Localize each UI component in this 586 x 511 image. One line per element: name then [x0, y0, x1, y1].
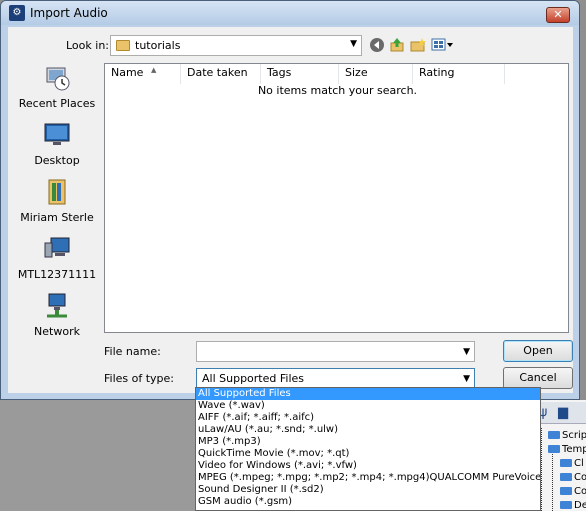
- bar-chart-tool-icon[interactable]: ▆: [554, 404, 572, 422]
- places-bar: Recent Places Desktop Miriam Sterle MTL1…: [13, 64, 101, 338]
- title-bar[interactable]: ⚙ Import Audio ✕: [1, 1, 579, 25]
- column-header-rating[interactable]: Rating: [413, 64, 505, 84]
- gear-icon: ⚙: [9, 5, 25, 21]
- dropdown-option[interactable]: Video for Windows (*.avi; *.vfw): [196, 460, 540, 472]
- place-label: Desktop: [34, 154, 80, 167]
- file-name-label: File name:: [104, 345, 161, 358]
- empty-message: No items match your search.: [257, 84, 418, 97]
- place-label: MTL12371111: [17, 268, 97, 281]
- place-label: Miriam Sterle: [20, 211, 94, 224]
- column-header-name[interactable]: ▲ Name: [105, 64, 181, 84]
- look-in-combo[interactable]: tutorials ▼: [110, 35, 362, 56]
- dropdown-option[interactable]: Wave (*.wav): [196, 400, 540, 412]
- files-of-type-select[interactable]: All Supported Files ▼: [196, 368, 475, 389]
- dropdown-option[interactable]: AIFF (*.aif; *.aiff; *.aifc): [196, 412, 540, 424]
- place-recent-places[interactable]: Recent Places: [13, 64, 101, 119]
- folder-icon: [560, 459, 572, 467]
- files-of-type-value: All Supported Files: [202, 372, 305, 385]
- sort-ascending-icon: ▲: [151, 66, 157, 74]
- back-icon[interactable]: [368, 37, 386, 55]
- place-network[interactable]: Network: [13, 292, 101, 347]
- tree-item-script[interactable]: Script: [548, 430, 586, 441]
- file-name-input[interactable]: ▼: [196, 341, 475, 362]
- column-header-tags[interactable]: Tags: [261, 64, 339, 84]
- cancel-button[interactable]: Cancel: [503, 367, 573, 389]
- tree-item-temp[interactable]: Temp: [548, 444, 586, 455]
- dropdown-option[interactable]: MPEG (*.mpeg; *.mpg; *.mp2; *.mp4; *.mpg…: [196, 472, 540, 484]
- file-type-dropdown-list: All Supported Files Wave (*.wav) AIFF (*…: [195, 387, 541, 511]
- column-header-date-taken[interactable]: Date taken: [181, 64, 261, 84]
- dropdown-option[interactable]: All Supported Files: [196, 388, 540, 400]
- place-miriam-sterle[interactable]: Miriam Sterle: [13, 178, 101, 233]
- window-title: Import Audio: [30, 6, 108, 20]
- dropdown-option[interactable]: uLaw/AU (*.au; *.snd; *.ulw): [196, 424, 540, 436]
- folder-icon: [560, 487, 572, 495]
- tree-line: [541, 428, 542, 511]
- look-in-value: tutorials: [135, 39, 181, 52]
- network-icon: [43, 292, 71, 320]
- file-list[interactable]: ▲ Name Date taken Tags Size Rating No it…: [104, 63, 569, 333]
- folder-icon: [560, 501, 572, 509]
- look-in-label: Look in:: [66, 39, 109, 52]
- tree-line: [552, 450, 553, 511]
- chevron-down-icon: ▼: [350, 39, 357, 49]
- place-label: Network: [34, 325, 80, 338]
- dialog-body: Look in: tutorials ▼ Recent Places Deskt…: [8, 27, 573, 393]
- desktop-icon: [43, 121, 71, 149]
- tree-item[interactable]: Cl: [560, 458, 586, 469]
- dropdown-option[interactable]: Sound Designer II (*.sd2): [196, 484, 540, 496]
- views-menu-icon[interactable]: [430, 37, 456, 55]
- user-folder-icon: [43, 178, 71, 206]
- folder-icon: [116, 40, 130, 51]
- dropdown-option[interactable]: MP3 (*.mp3): [196, 436, 540, 448]
- folder-icon: [548, 445, 560, 453]
- column-header-size[interactable]: Size: [339, 64, 413, 84]
- import-audio-dialog: ⚙ Import Audio ✕ Look in: tutorials ▼ Re…: [0, 0, 580, 400]
- tree-item[interactable]: De: [560, 500, 586, 511]
- tree-item[interactable]: Co: [560, 486, 586, 497]
- place-label: Recent Places: [18, 97, 96, 110]
- computer-icon: [43, 235, 71, 263]
- dropdown-option[interactable]: GSM audio (*.gsm): [196, 496, 540, 508]
- new-folder-icon[interactable]: [409, 37, 427, 55]
- files-of-type-label: Files of type:: [104, 372, 175, 385]
- chevron-down-icon[interactable]: ▼: [463, 347, 470, 357]
- recent-places-icon: [43, 64, 71, 92]
- up-folder-icon[interactable]: [388, 37, 406, 55]
- chevron-down-icon[interactable]: ▼: [463, 374, 470, 384]
- close-button[interactable]: ✕: [546, 7, 570, 23]
- folder-icon: [548, 431, 560, 439]
- place-desktop[interactable]: Desktop: [13, 121, 101, 176]
- place-mtl12371111[interactable]: MTL12371111: [13, 235, 101, 290]
- dropdown-option[interactable]: QuickTime Movie (*.mov; *.qt): [196, 448, 540, 460]
- folder-icon: [560, 473, 572, 481]
- open-button[interactable]: Open: [503, 340, 573, 362]
- tree-item[interactable]: Co: [560, 472, 586, 483]
